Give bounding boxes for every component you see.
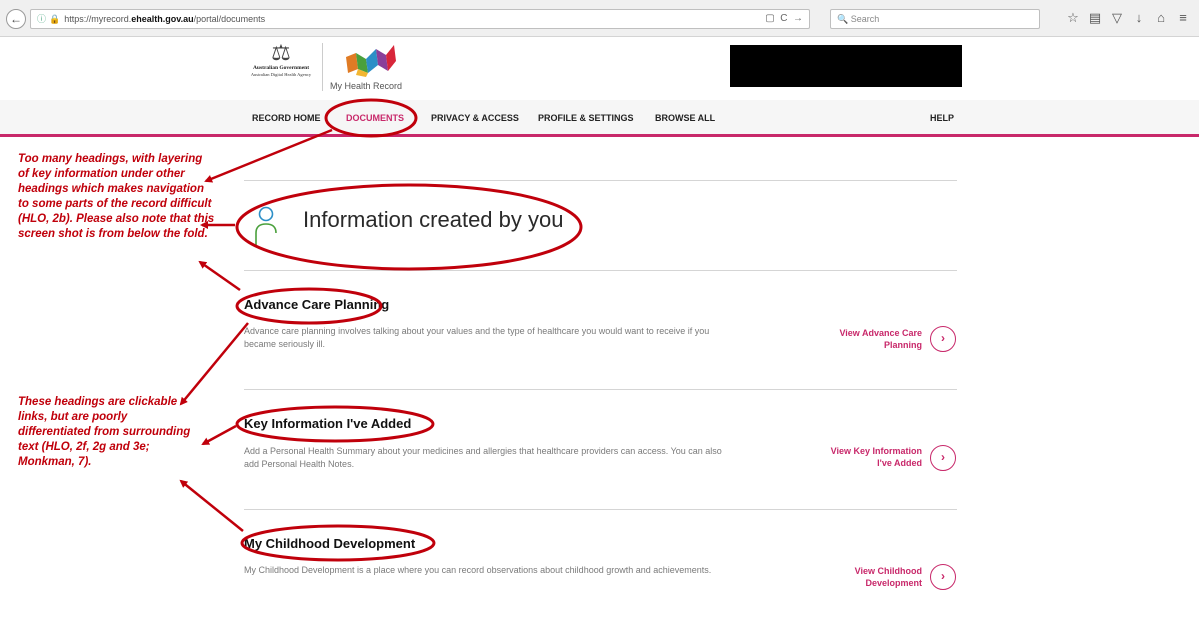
back-icon[interactable]: ← [6, 9, 26, 29]
australian-government-logo[interactable]: ⚖ Australian Government Australian Digit… [245, 41, 317, 93]
bookmarks-list-icon[interactable]: ▤ [1084, 10, 1106, 26]
url-prefix: https://myrecord. [64, 14, 132, 24]
refresh-arrow-icon[interactable]: → [793, 13, 803, 24]
section-divider-top [244, 180, 957, 181]
arrow-to-note-from-advance-care [198, 260, 241, 292]
advance-care-planning-description: Advance care planning involves talking a… [244, 326, 710, 349]
redacted-user-block [730, 45, 962, 87]
lock-icon: 🔒 [49, 14, 61, 24]
product-name: My Health Record [330, 81, 403, 91]
my-health-record-logo[interactable]: My Health Record [330, 43, 410, 95]
link-line-2: I've Added [877, 458, 922, 468]
link-line-1: View Childhood [854, 566, 922, 576]
view-key-information-link[interactable]: View Key Information I've Added [802, 445, 922, 469]
arrow-to-note2-from-key-info [201, 424, 237, 446]
arrow-to-note2-from-childhood [179, 479, 244, 532]
view-advance-care-planning-link[interactable]: View Advance Care Planning [802, 327, 922, 351]
url-path: /portal/documents [193, 14, 266, 24]
bookmark-star-icon[interactable]: ☆ [1062, 10, 1084, 26]
key-information-heading[interactable]: Key Information I've Added [244, 416, 411, 431]
link-line-2: Planning [884, 340, 922, 350]
section-divider [244, 270, 957, 271]
refresh-icon[interactable]: C [780, 13, 787, 24]
logo-divider [322, 43, 323, 91]
nav-browse-all[interactable]: BROWSE ALL [655, 113, 715, 123]
arrow-to-note2-from-advance-care [179, 322, 249, 406]
nav-record-home[interactable]: RECORD HOME [252, 113, 321, 123]
advance-care-planning-heading[interactable]: Advance Care Planning [244, 297, 389, 312]
person-icon [255, 206, 277, 245]
mhr-logo-mark-icon [346, 45, 396, 77]
nav-help[interactable]: HELP [930, 113, 954, 123]
agency-name: Australian Digital Health Agency [250, 72, 312, 77]
reader-view-icon[interactable]: ▢ [765, 13, 774, 24]
key-information-description: Add a Personal Health Summary about your… [244, 446, 722, 469]
url-host: ehealth.gov.au [131, 14, 194, 24]
nav-profile-settings[interactable]: PROFILE & SETTINGS [538, 113, 634, 123]
arrow-to-note-from-documents [204, 128, 333, 183]
annotation-links-note: These headings are clickable links, but … [18, 396, 191, 468]
main-nav: RECORD HOME DOCUMENTS PRIVACY & ACCESS P… [0, 100, 1199, 137]
chevron-right-icon[interactable]: › [930, 326, 956, 352]
info-icon[interactable]: ⓘ [37, 14, 46, 24]
nav-documents[interactable]: DOCUMENTS [346, 113, 404, 123]
link-line-1: View Key Information [830, 446, 922, 456]
nav-privacy-access[interactable]: PRIVACY & ACCESS [431, 113, 519, 123]
chevron-right-icon[interactable]: › [930, 445, 956, 471]
view-childhood-development-link[interactable]: View Childhood Development [802, 565, 922, 589]
link-line-1: View Advance Care [839, 328, 922, 338]
search-icon: 🔍 [837, 14, 849, 24]
annotation-navigation-note: Too many headings, with layering of key … [18, 153, 215, 240]
pocket-icon[interactable]: ▽ [1106, 10, 1128, 26]
menu-icon[interactable]: ≡ [1172, 10, 1194, 25]
gov-name: Australian Government [252, 65, 310, 71]
chevron-right-icon[interactable]: › [930, 564, 956, 590]
download-icon[interactable]: ↓ [1128, 10, 1150, 25]
coat-of-arms-icon: ⚖ [271, 40, 291, 65]
home-icon[interactable]: ⌂ [1150, 10, 1172, 25]
search-placeholder: Search [850, 14, 880, 24]
childhood-development-description: My Childhood Development is a place wher… [244, 565, 712, 575]
link-line-2: Development [865, 578, 922, 588]
section-title: Information created by you [303, 207, 564, 232]
item-divider [244, 389, 957, 390]
childhood-development-heading[interactable]: My Childhood Development [244, 536, 415, 551]
address-bar[interactable]: ⓘ 🔒 https://myrecord.ehealth.gov.au/portal… [30, 9, 810, 29]
item-divider [244, 509, 957, 510]
search-input[interactable]: 🔍 Search [830, 9, 1040, 29]
browser-toolbar: ← ⓘ 🔒 https://myrecord.ehealth.gov.au/port… [0, 0, 1199, 37]
site-header: ⚖ Australian Government Australian Digit… [0, 37, 1199, 100]
